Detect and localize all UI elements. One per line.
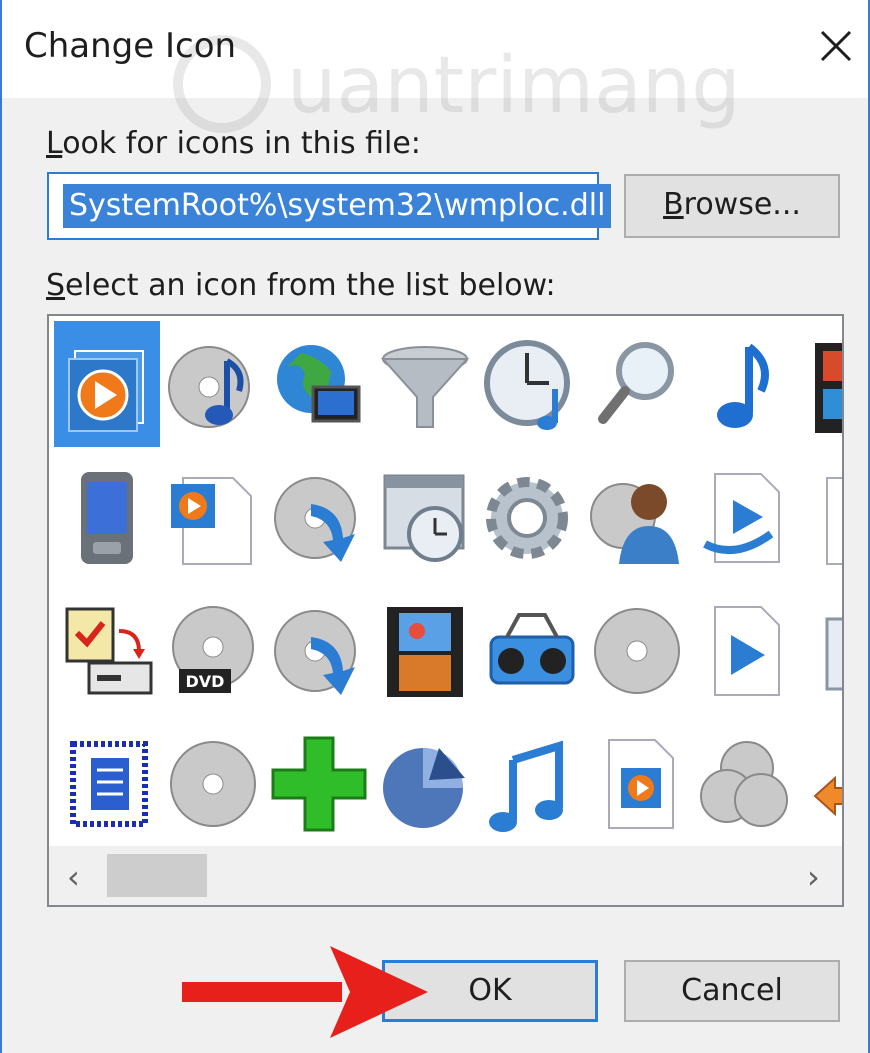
svg-text:DVD: DVD <box>186 672 225 691</box>
change-icon-dialog: uantrimang Change Icon Look for icons in… <box>0 0 870 1053</box>
cd-burn-icon[interactable] <box>266 454 372 580</box>
svg-text:uantrimang: uantrimang <box>287 41 741 131</box>
close-icon[interactable] <box>810 20 862 72</box>
pie-chart-icon[interactable] <box>372 720 478 846</box>
media-file-icon[interactable] <box>160 454 266 580</box>
play-file-icon[interactable] <box>690 587 796 713</box>
mobile-device-icon[interactable] <box>54 454 160 580</box>
music-note-icon[interactable] <box>690 321 796 447</box>
scroll-right-icon[interactable]: › <box>807 858 820 896</box>
orange-arrow-icon[interactable] <box>796 720 842 846</box>
icon-list-label: Select an icon from the list below: <box>46 268 556 303</box>
red-arrow-icon <box>182 946 428 1038</box>
cancel-button[interactable]: Cancel <box>624 960 840 1022</box>
document-list-icon[interactable] <box>54 720 160 846</box>
browse-button[interactable]: Browse... <box>624 174 840 238</box>
green-plus-icon[interactable] <box>266 720 372 846</box>
clock-music-icon[interactable] <box>478 321 584 447</box>
play-document-icon[interactable] <box>690 454 796 580</box>
network-globe-icon[interactable] <box>266 321 372 447</box>
cd-plain-icon[interactable] <box>160 720 266 846</box>
gear-icon[interactable] <box>478 454 584 580</box>
title-bar: uantrimang Change Icon <box>2 0 868 133</box>
multi-cd-icon[interactable] <box>690 720 796 846</box>
horizontal-scrollbar[interactable]: ‹ › <box>49 846 842 905</box>
calendar-clock-icon[interactable] <box>372 454 478 580</box>
magnifier-icon[interactable] <box>584 321 690 447</box>
file-path-input[interactable]: SystemRoot%\system32\wmploc.dll <box>47 172 612 240</box>
partial-document-icon[interactable] <box>796 454 842 580</box>
media-player-icon[interactable] <box>54 321 160 447</box>
partial-window-icon[interactable] <box>796 587 842 713</box>
funnel-icon[interactable] <box>372 321 478 447</box>
boombox-icon[interactable] <box>478 587 584 713</box>
media-play-file-icon[interactable] <box>584 720 690 846</box>
checklist-sync-icon[interactable] <box>54 587 160 713</box>
film-photo-icon[interactable] <box>372 587 478 713</box>
cd-icon[interactable] <box>584 587 690 713</box>
scroll-thumb[interactable] <box>107 854 207 897</box>
cd-download-icon[interactable] <box>266 587 372 713</box>
film-strip-icon[interactable] <box>796 321 842 447</box>
scroll-left-icon[interactable]: ‹ <box>67 858 80 896</box>
cd-user-icon[interactable] <box>584 454 690 580</box>
file-label: Look for icons in this file: <box>46 126 421 161</box>
music-notes-icon[interactable] <box>478 720 584 846</box>
window-title: Change Icon <box>24 26 237 66</box>
file-path-value: SystemRoot%\system32\wmploc.dll <box>63 184 612 228</box>
cd-music-icon[interactable] <box>160 321 266 447</box>
icon-list[interactable]: DVD ‹ › <box>47 314 844 907</box>
dvd-icon[interactable]: DVD <box>160 587 266 713</box>
